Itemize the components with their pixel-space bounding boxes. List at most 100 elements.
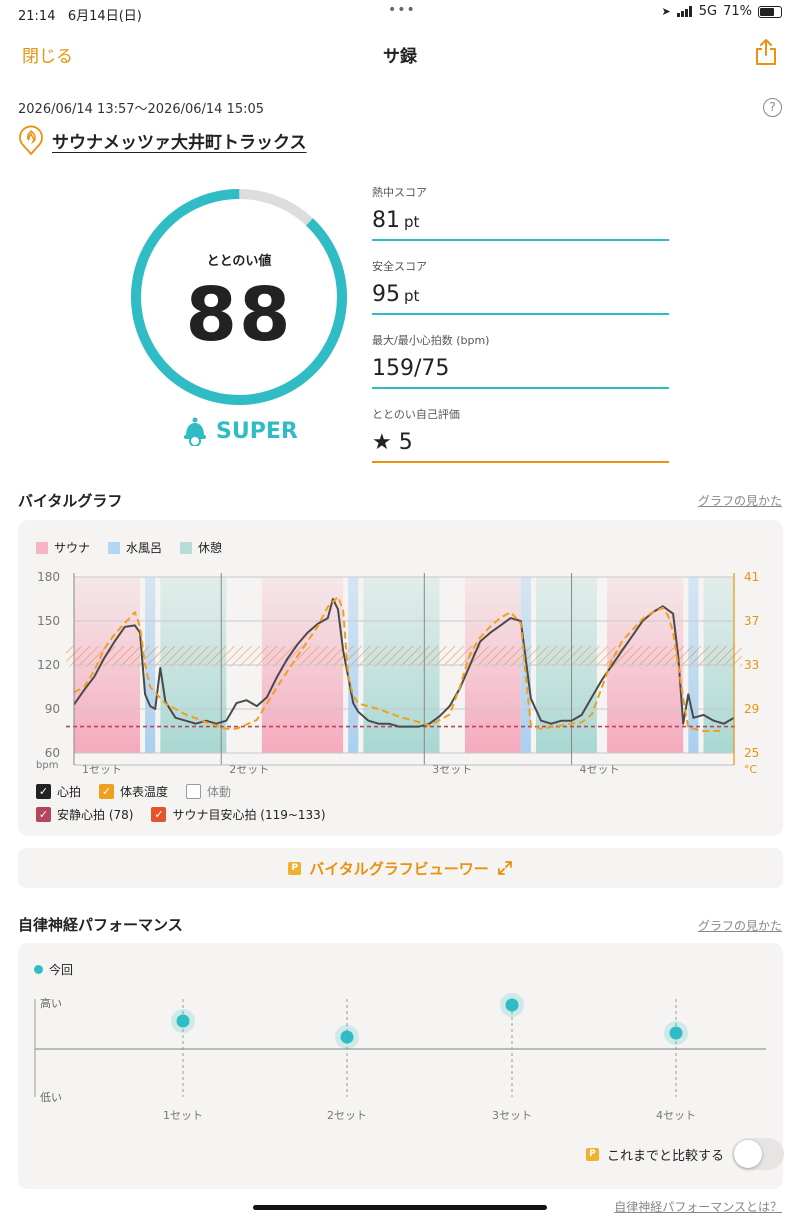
viewer-label: バイタルグラフビューワー	[309, 859, 489, 878]
divider	[372, 313, 669, 315]
autonomic-title: 自律神経パフォーマンス	[18, 916, 183, 934]
checkbox-icon[interactable]	[186, 784, 202, 799]
data-point	[176, 1014, 190, 1028]
vital-graph-card: サウナ 水風呂 休憩 180 150 120 90 60 41 37 33 29 25 bpm °C 1…	[18, 520, 783, 836]
sauna-target-zone	[66, 645, 742, 667]
checkbox-icon[interactable]: ✓	[36, 807, 51, 822]
sauna-pin-icon	[19, 125, 43, 156]
y2-tick-label: 37	[744, 614, 759, 628]
compare-label: これまでと比較する	[606, 1148, 724, 1164]
expand-icon	[497, 861, 512, 875]
sauna-hat-icon	[184, 417, 206, 446]
data-point	[505, 998, 519, 1012]
toggle-sauna-target-hr[interactable]: ✓ サウナ目安心拍 (119~133)	[151, 806, 326, 823]
y-tick-label: 60	[45, 746, 60, 760]
autonomic-chart: 高い低い 1セット 2セット 3セット 4セット	[34, 993, 766, 1122]
bath-swatch	[108, 541, 121, 554]
vital-graph-viewer-button[interactable]: P バイタルグラフビューワー	[18, 848, 783, 888]
score-safety: 安全スコア 95 pt	[372, 254, 669, 328]
facility-name[interactable]: サウナメッツァ大井町トラックス	[52, 128, 307, 153]
autonomic-about-link[interactable]: 自律神経パフォーマンスとは？	[614, 1198, 782, 1215]
premium-badge-icon: P	[585, 1147, 599, 1161]
share-icon[interactable]	[754, 38, 778, 70]
y2-tick-label: 33	[744, 658, 759, 672]
y-tick-label: 180	[37, 570, 60, 584]
y2-tick-label: 41	[744, 570, 759, 584]
score-rating-title: ととのい自己評価	[372, 408, 460, 421]
divider	[372, 387, 669, 389]
toggle-movement[interactable]: 体動	[186, 783, 231, 800]
score-safety-value: 95 pt	[372, 282, 420, 307]
sauna-swatch	[36, 541, 48, 554]
data-point	[669, 1026, 683, 1040]
y2-tick-label: 25	[744, 746, 759, 760]
toggle-skin-temp[interactable]: ✓ 体表温度	[99, 783, 168, 800]
toggle-resting-hr[interactable]: ✓ 安静心拍 (78)	[36, 806, 133, 823]
rest-swatch	[180, 541, 193, 554]
battery-percent: 71%	[723, 4, 752, 19]
compare-row: P これまでと比較する	[585, 1138, 784, 1170]
y-axis-unit: bpm	[36, 760, 58, 771]
compare-toggle[interactable]	[732, 1138, 784, 1170]
multitask-dots[interactable]: •••	[388, 2, 416, 18]
score-rating-value[interactable]: ★ 5	[372, 430, 413, 455]
score-hr-value: 159/75	[372, 356, 450, 381]
location-icon: ➤	[661, 5, 671, 18]
checkbox-icon[interactable]: ✓	[36, 784, 51, 799]
status-bar: 21:14 6月14日(日) ••• ➤ 5G 71%	[0, 0, 800, 26]
series-toggles-2: ✓ 安静心拍 (78) ✓ サウナ目安心拍 (119~133)	[36, 806, 326, 823]
score-heat-value: 81 pt	[372, 208, 420, 233]
y-high-label: 高い	[40, 996, 62, 1010]
checkbox-icon[interactable]: ✓	[151, 807, 167, 822]
status-time: 21:14 6月14日(日)	[18, 9, 142, 24]
battery-icon	[758, 5, 782, 18]
set-label: 2セット	[327, 1109, 367, 1122]
legend-rest: 休憩	[180, 539, 222, 556]
facility-link[interactable]: サウナメッツァ大井町トラックス	[18, 124, 307, 156]
autonomic-howto-link[interactable]: グラフの見かた	[698, 917, 782, 934]
score-self-rating[interactable]: ととのい自己評価 ★ 5	[372, 402, 669, 476]
current-dot	[34, 965, 43, 974]
vital-graph-title: バイタルグラフ	[18, 492, 123, 510]
y-tick-label: 150	[37, 614, 60, 628]
totonoi-value: 88	[185, 272, 293, 358]
phase-legend: サウナ 水風呂 休憩	[36, 539, 222, 556]
y-tick-label: 120	[37, 658, 60, 672]
signal-icon	[676, 6, 692, 17]
page-title: サ録	[383, 47, 417, 67]
set-label: 3セット	[492, 1109, 532, 1122]
score-heart-rate: 最大/最小心拍数 (bpm) 159/75	[372, 328, 669, 402]
status-indicators: ➤ 5G 71%	[662, 4, 782, 19]
network-type: 5G	[698, 4, 718, 19]
set-label: 1セット	[163, 1109, 203, 1122]
premium-badge-icon: P	[288, 861, 302, 875]
rank-badge: SUPER	[182, 416, 298, 446]
set-label: 4セット	[656, 1109, 696, 1122]
score-heat: 熱中スコア 81 pt	[372, 180, 669, 254]
vital-howto-link[interactable]: グラフの見かた	[698, 492, 782, 509]
rank-label: SUPER	[216, 418, 298, 444]
data-point	[340, 1030, 354, 1044]
divider	[372, 461, 669, 463]
toggle-heart-rate[interactable]: ✓ 心拍	[36, 783, 81, 800]
autonomic-legend: 今回	[34, 961, 73, 978]
divider	[372, 239, 669, 241]
legend-current: 今回	[34, 961, 73, 978]
help-icon[interactable]: ?	[763, 98, 782, 117]
y2-tick-label: 29	[744, 702, 759, 716]
checkbox-icon[interactable]: ✓	[99, 784, 115, 799]
legend-sauna: サウナ	[36, 539, 90, 556]
score-heat-title: 熱中スコア	[372, 186, 427, 199]
toggle-knob[interactable]	[734, 1140, 762, 1168]
y2-axis-unit: °C	[744, 763, 758, 776]
y-tick-label: 90	[45, 702, 60, 716]
score-hr-title: 最大/最小心拍数 (bpm)	[372, 334, 490, 347]
score-list: 熱中スコア 81 pt 安全スコア 95 pt 最大/最小心拍数 (bpm) 159…	[372, 180, 669, 476]
totonoi-label: ととのい値	[206, 254, 272, 269]
vital-chart: 18015012090604137332925bpm °C1セット 2セット 3セット…	[36, 570, 759, 776]
home-indicator[interactable]	[253, 1205, 547, 1210]
y-low-label: 低い	[40, 1091, 62, 1104]
session-period: 2026/06/14 13:57～2026/06/14 15:05	[18, 102, 265, 117]
score-safety-title: 安全スコア	[372, 260, 427, 273]
legend-bath: 水風呂	[108, 539, 162, 556]
